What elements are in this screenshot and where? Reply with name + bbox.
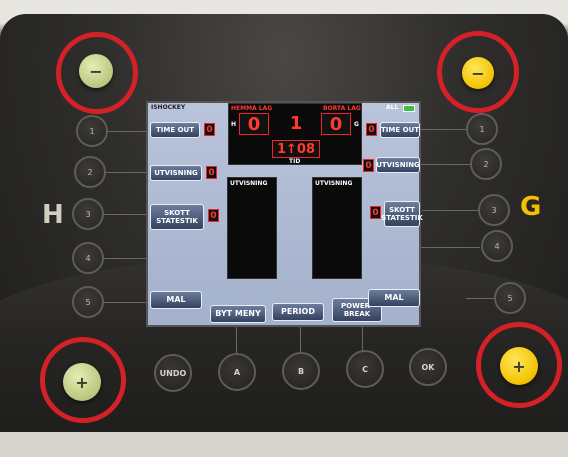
away-button-3[interactable]: 3	[478, 194, 510, 226]
away-score: 0	[321, 113, 351, 135]
away-marker: G	[354, 121, 359, 128]
home-button-3[interactable]: 3	[72, 198, 104, 230]
desk-surface	[0, 432, 568, 457]
soft-key-a[interactable]: A	[218, 353, 256, 391]
away-button-2[interactable]: 2	[470, 148, 502, 180]
away-timeout-count: 0	[366, 123, 377, 136]
ok-button[interactable]: OK	[409, 348, 447, 386]
away-goal-button[interactable]: MAL	[368, 289, 420, 307]
away-penalty-panel-title: UTVISNING	[315, 180, 353, 187]
away-button-4[interactable]: 4	[481, 230, 513, 262]
highlight-ring-home-plus	[40, 337, 126, 423]
home-shots-button[interactable]: SKOTT STATESTIK	[150, 204, 204, 230]
away-team-label: BORTA LAG	[323, 105, 361, 112]
away-shots-button[interactable]: SKOTT STATESTIK	[381, 201, 423, 227]
away-timeout-button[interactable]: TIME OUT	[380, 122, 420, 138]
home-button-4[interactable]: 4	[72, 242, 104, 274]
change-menu-button[interactable]: BYT MENY	[210, 305, 266, 323]
all-label: ALL	[386, 104, 399, 111]
soft-key-b[interactable]: B	[282, 352, 320, 390]
time-label: TID	[289, 158, 301, 165]
time-value: 1↑08	[272, 140, 320, 158]
home-shots-count: 0	[208, 209, 219, 222]
home-timeout-count: 0	[204, 123, 215, 136]
home-side-letter: H	[42, 200, 64, 230]
period-value: 1	[289, 113, 303, 134]
home-button-2[interactable]: 2	[74, 156, 106, 188]
home-team-label: HEMMA LAG	[231, 105, 273, 112]
sport-label: ISHOCKEY	[151, 104, 186, 111]
highlight-ring-away-plus	[476, 322, 562, 408]
undo-button[interactable]: UNDO	[154, 354, 192, 392]
soft-key-c[interactable]: C	[346, 350, 384, 388]
photo-stage: H G − − + + 1 2 3 4 5 1 2 3 4 5 UNDO A B…	[0, 0, 568, 457]
home-button-1[interactable]: 1	[76, 115, 108, 147]
home-penalty-count: 0	[206, 166, 217, 179]
away-penalty-button[interactable]: UTVISNING	[376, 157, 420, 173]
battery-icon	[403, 105, 415, 112]
away-penalty-panel: UTVISNING	[312, 177, 362, 279]
touchscreen: ISHOCKEY ALL HEMMA LAG BORTA LAG H G 0 0…	[146, 101, 423, 327]
home-goal-button[interactable]: MAL	[150, 291, 202, 309]
away-button-5[interactable]: 5	[494, 282, 526, 314]
home-marker: H	[231, 121, 237, 128]
highlight-ring-away-minus	[437, 31, 519, 113]
away-shots-count: 0	[370, 206, 381, 219]
home-penalty-button[interactable]: UTVISNING	[150, 165, 202, 181]
highlight-ring-home-minus	[56, 32, 138, 114]
away-penalty-count: 0	[363, 159, 374, 172]
scoreboard-panel: HEMMA LAG BORTA LAG H G 0 0 1 1↑08 TID	[228, 103, 362, 165]
home-penalty-panel-title: UTVISNING	[230, 180, 268, 187]
home-button-5[interactable]: 5	[72, 286, 104, 318]
away-button-1[interactable]: 1	[466, 113, 498, 145]
away-side-letter: G	[520, 192, 542, 222]
home-penalty-panel: UTVISNING	[227, 177, 277, 279]
home-timeout-button[interactable]: TIME OUT	[150, 122, 200, 138]
period-button[interactable]: PERIOD	[272, 303, 324, 321]
home-score: 0	[239, 113, 269, 135]
